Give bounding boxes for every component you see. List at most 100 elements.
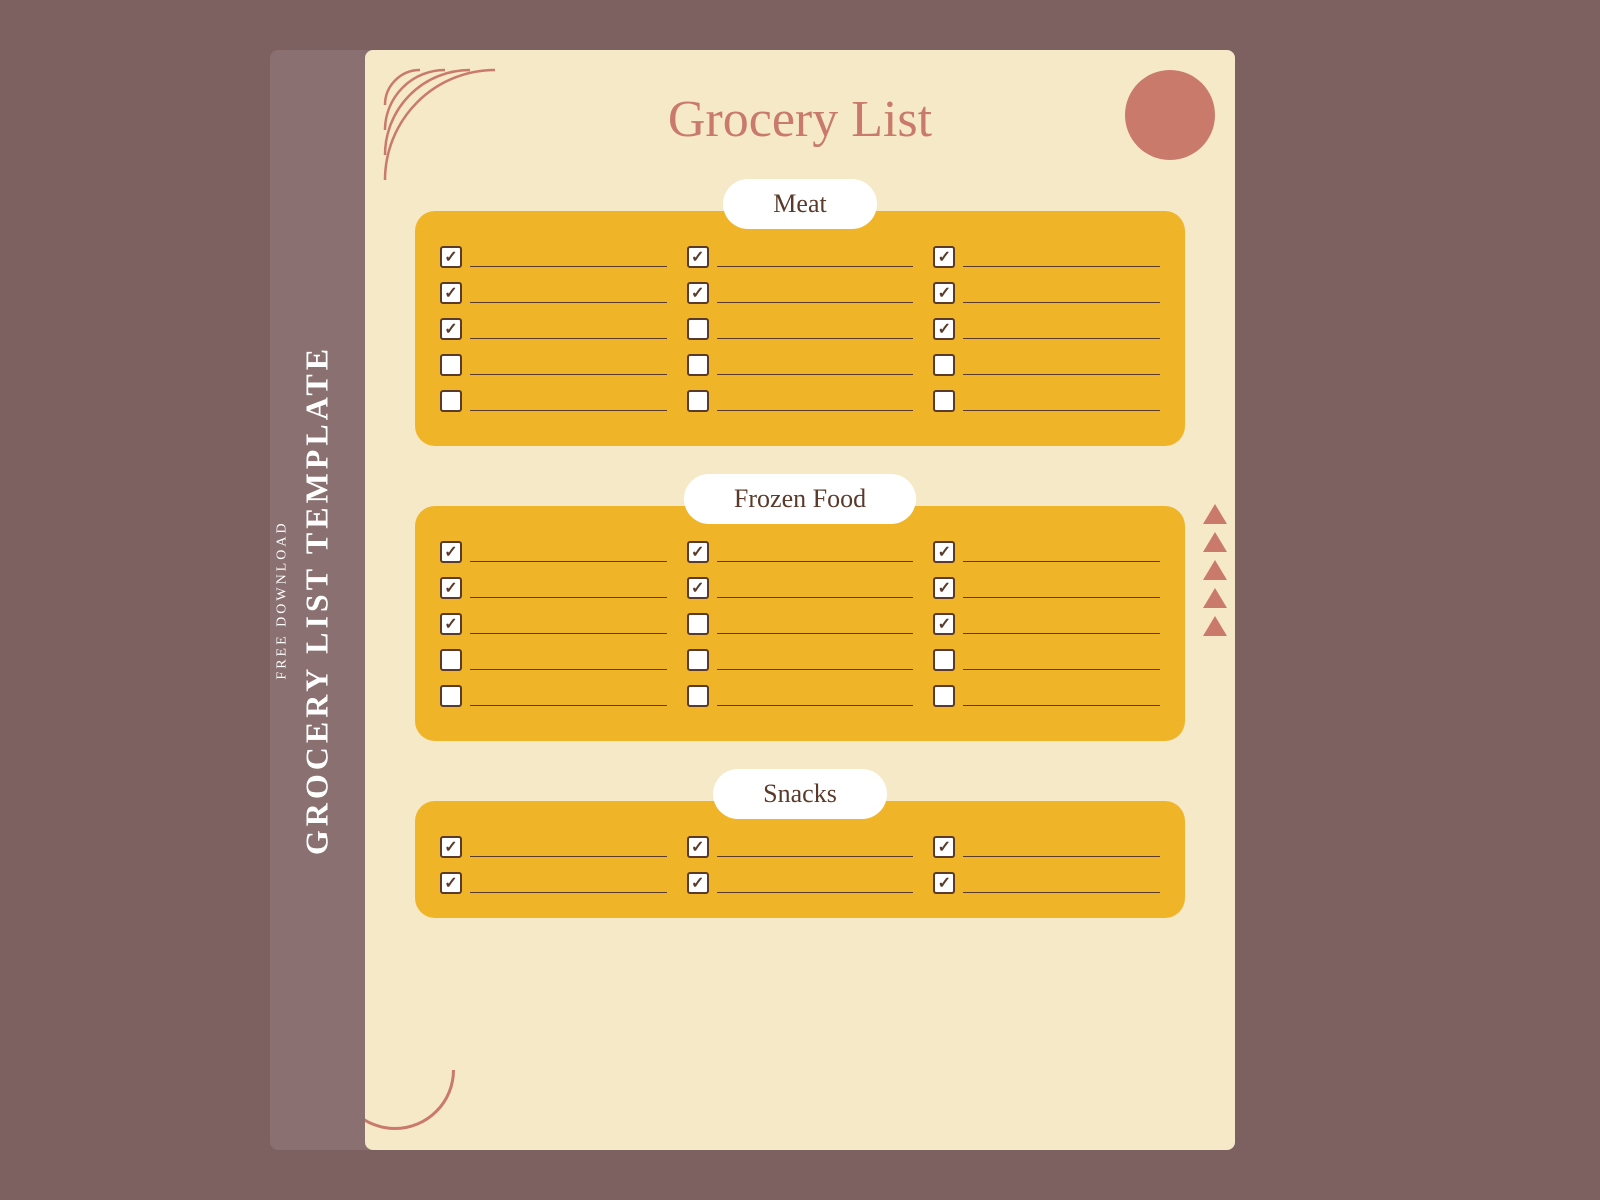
checkbox[interactable] [933,246,955,268]
item-line [963,319,1160,339]
meat-col-2 [687,246,914,426]
checkbox[interactable] [933,613,955,635]
checkbox[interactable] [687,390,709,412]
item-line [717,391,914,411]
checkbox[interactable] [687,649,709,671]
table-row [933,685,1160,707]
checkbox[interactable] [933,577,955,599]
checkbox[interactable] [440,318,462,340]
table-row [933,282,1160,304]
checkbox[interactable] [687,282,709,304]
item-line [963,578,1160,598]
checkbox[interactable] [933,390,955,412]
checkbox[interactable] [687,613,709,635]
checkbox[interactable] [687,577,709,599]
checkbox[interactable] [933,541,955,563]
table-row [440,613,667,635]
main-page: Grocery List Meat [365,50,1235,1150]
item-line [470,873,667,893]
checkbox[interactable] [440,577,462,599]
sidebar-main-title: GROCERY LIST TEMPLATE [299,345,336,855]
triangle-4 [1203,588,1227,608]
item-line [717,578,914,598]
section-meat-header: Meat [415,179,1185,229]
table-row [933,613,1160,635]
item-line [717,614,914,634]
deco-circle [1125,70,1215,160]
item-line [470,319,667,339]
checkbox[interactable] [440,246,462,268]
item-line [470,542,667,562]
deco-triangles [1203,504,1227,636]
checkbox[interactable] [687,685,709,707]
item-line [963,614,1160,634]
checkbox[interactable] [687,836,709,858]
checkbox[interactable] [933,318,955,340]
checkbox[interactable] [933,872,955,894]
table-row [933,246,1160,268]
checkbox[interactable] [440,685,462,707]
item-line [470,614,667,634]
item-line [717,319,914,339]
checkbox[interactable] [440,541,462,563]
checkbox[interactable] [687,354,709,376]
table-row [440,318,667,340]
table-row [687,836,914,858]
page-title: Grocery List [415,90,1185,149]
frozen-col-3 [933,541,1160,721]
snacks-col-1 [440,836,667,908]
table-row [687,577,914,599]
item-line [963,247,1160,267]
item-line [717,686,914,706]
checkbox[interactable] [440,390,462,412]
checkbox[interactable] [687,246,709,268]
checkbox[interactable] [440,649,462,671]
checkbox[interactable] [933,685,955,707]
frozen-grid [440,541,1160,721]
section-frozen-title: Frozen Food [684,474,916,524]
item-line [470,391,667,411]
section-snacks-header: Snacks [415,769,1185,819]
item-line [963,686,1160,706]
item-line [470,283,667,303]
item-line [717,355,914,375]
checkbox[interactable] [440,354,462,376]
item-line [470,650,667,670]
item-line [963,873,1160,893]
item-line [963,542,1160,562]
table-row [933,577,1160,599]
item-line [717,837,914,857]
table-row [933,649,1160,671]
deco-semicircle [365,1070,455,1130]
checkbox[interactable] [933,649,955,671]
table-row [440,649,667,671]
checkbox[interactable] [933,354,955,376]
section-meat: Meat [415,179,1185,446]
item-line [470,247,667,267]
checkbox[interactable] [687,541,709,563]
sidebar-free-download: FREE DOWNLOAD [275,520,291,679]
deco-arcs [375,60,495,180]
item-line [963,837,1160,857]
arcs-svg [375,60,505,190]
checkbox[interactable] [440,872,462,894]
item-line [963,355,1160,375]
table-row [687,246,914,268]
checkbox[interactable] [440,282,462,304]
table-row [687,649,914,671]
section-snacks: Snacks [415,769,1185,918]
item-line [717,873,914,893]
item-line [717,247,914,267]
checkbox[interactable] [687,318,709,340]
checkbox[interactable] [933,282,955,304]
sidebar-container: FREE DOWNLOAD GROCERY LIST TEMPLATE [275,345,336,855]
table-row [933,541,1160,563]
checkbox[interactable] [440,613,462,635]
checkbox[interactable] [933,836,955,858]
table-row [687,318,914,340]
section-meat-title: Meat [723,179,876,229]
checkbox[interactable] [687,872,709,894]
triangle-2 [1203,532,1227,552]
section-frozen-food: Frozen Food [415,474,1185,741]
checkbox[interactable] [440,836,462,858]
